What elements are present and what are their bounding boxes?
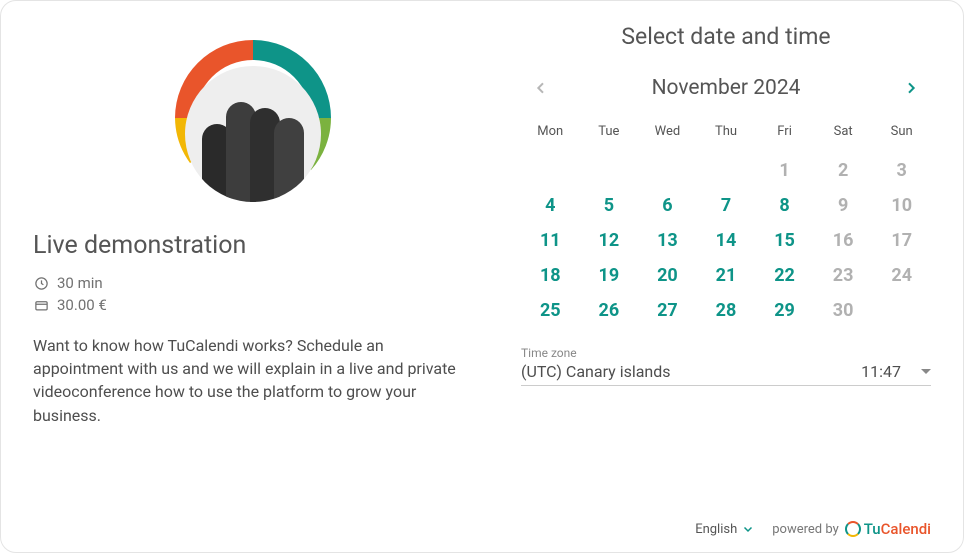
calendar-day: 2 xyxy=(814,153,873,188)
powered-by-label: powered by xyxy=(772,522,839,537)
logo-wrap xyxy=(33,23,473,213)
next-month-button[interactable] xyxy=(897,74,925,102)
event-info-panel: Live demonstration 30 min 30.00 € Want t… xyxy=(33,23,473,530)
calendar-day[interactable]: 6 xyxy=(638,188,697,223)
timezone-time: 11:47 xyxy=(861,362,901,381)
duration-row: 30 min xyxy=(33,274,473,292)
weekday-header: Thu xyxy=(697,118,756,153)
month-label: November 2024 xyxy=(652,76,801,100)
chevron-down-icon xyxy=(742,523,754,535)
calendar-day[interactable]: 28 xyxy=(697,293,756,328)
widget-footer: English powered by TuCalendi xyxy=(695,520,931,538)
calendar-day[interactable]: 13 xyxy=(638,223,697,258)
calendar-empty-cell xyxy=(872,293,931,328)
weekday-header: Tue xyxy=(580,118,639,153)
calendar-day: 10 xyxy=(872,188,931,223)
calendar-day[interactable]: 15 xyxy=(755,223,814,258)
powered-by: powered by TuCalendi xyxy=(772,520,931,538)
weekday-header: Fri xyxy=(755,118,814,153)
calendar-grid: MonTueWedThuFriSatSun1234567891011121314… xyxy=(521,118,931,328)
chevron-right-icon xyxy=(903,80,919,96)
brand-link[interactable]: TuCalendi xyxy=(845,520,931,538)
calendar-day[interactable]: 11 xyxy=(521,223,580,258)
chevron-left-icon xyxy=(533,80,549,96)
weekday-header: Wed xyxy=(638,118,697,153)
brand-logo-icon xyxy=(845,521,861,537)
calendar-day: 17 xyxy=(872,223,931,258)
caret-down-icon xyxy=(921,369,931,374)
calendar-day[interactable]: 20 xyxy=(638,258,697,293)
calendar-day[interactable]: 14 xyxy=(697,223,756,258)
calendar-empty-cell xyxy=(521,153,580,188)
calendar-day[interactable]: 22 xyxy=(755,258,814,293)
month-navigation: November 2024 xyxy=(521,74,931,102)
timezone-selector[interactable]: Time zone (UTC) Canary islands 11:47 xyxy=(521,346,931,386)
weekday-header: Mon xyxy=(521,118,580,153)
calendar-day[interactable]: 18 xyxy=(521,258,580,293)
language-value: English xyxy=(695,522,737,537)
calendar-day: 23 xyxy=(814,258,873,293)
price-row: 30.00 € xyxy=(33,296,473,314)
price-value: 30.00 € xyxy=(57,296,107,314)
calendar-day[interactable]: 21 xyxy=(697,258,756,293)
clock-icon xyxy=(33,275,49,291)
calendar-day[interactable]: 27 xyxy=(638,293,697,328)
calendar-day[interactable]: 29 xyxy=(755,293,814,328)
calendar-day: 24 xyxy=(872,258,931,293)
calendar-empty-cell xyxy=(580,153,639,188)
calendar-day[interactable]: 4 xyxy=(521,188,580,223)
people-avatar xyxy=(185,66,321,202)
event-description: Want to know how TuCalendi works? Schedu… xyxy=(33,334,473,427)
calendar-day: 16 xyxy=(814,223,873,258)
calendar-day[interactable]: 26 xyxy=(580,293,639,328)
calendar-empty-cell xyxy=(638,153,697,188)
calendar-day: 3 xyxy=(872,153,931,188)
panel-heading: Select date and time xyxy=(521,23,931,50)
calendar-day[interactable]: 8 xyxy=(755,188,814,223)
calendar-day[interactable]: 12 xyxy=(580,223,639,258)
calendar-day: 9 xyxy=(814,188,873,223)
calendar-day: 30 xyxy=(814,293,873,328)
duration-value: 30 min xyxy=(57,274,103,292)
calendar-day[interactable]: 25 xyxy=(521,293,580,328)
weekday-header: Sat xyxy=(814,118,873,153)
calendar-day[interactable]: 7 xyxy=(697,188,756,223)
calendar-day[interactable]: 5 xyxy=(580,188,639,223)
calendar-day[interactable]: 19 xyxy=(580,258,639,293)
prev-month-button[interactable] xyxy=(527,74,555,102)
calendar-empty-cell xyxy=(697,153,756,188)
event-title: Live demonstration xyxy=(33,231,473,260)
brand-logo-graphic xyxy=(158,23,348,213)
calendar-day: 1 xyxy=(755,153,814,188)
booking-widget: Live demonstration 30 min 30.00 € Want t… xyxy=(0,0,964,553)
weekday-header: Sun xyxy=(872,118,931,153)
language-selector[interactable]: English xyxy=(695,522,754,537)
timezone-label: Time zone xyxy=(521,346,931,360)
timezone-name: (UTC) Canary islands xyxy=(521,362,671,381)
card-icon xyxy=(33,297,49,313)
date-time-panel: Select date and time November 2024 MonTu… xyxy=(521,23,931,530)
